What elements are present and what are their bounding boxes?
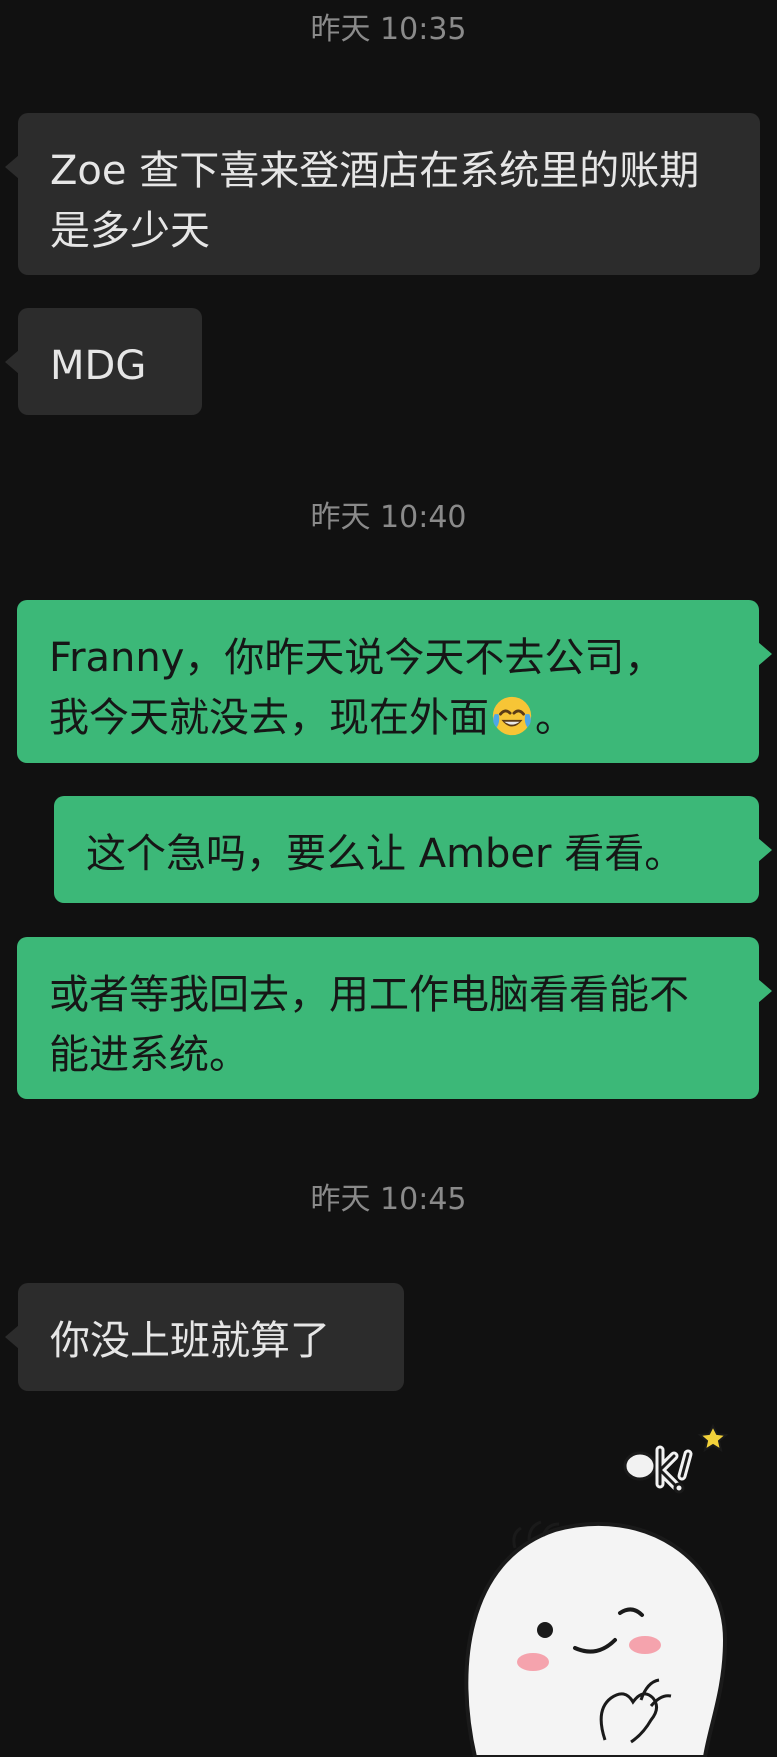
message-text: 这个急吗，要么让 Amber 看看。 (86, 831, 685, 877)
message-bubble-outgoing[interactable]: 这个急吗，要么让 Amber 看看。 (54, 796, 772, 903)
message-text: MDG (50, 343, 147, 389)
ok-sticker-icon[interactable] (455, 1420, 755, 1757)
message-text: 或者等我回去，用工作电脑看看能不能进系统。 (49, 972, 689, 1078)
message-bubble-incoming[interactable]: 你没上班就算了 (5, 1283, 404, 1391)
message-text: 你没上班就算了 (50, 1318, 330, 1364)
face-with-tears-of-joy-icon (492, 696, 532, 736)
message-bubble-incoming[interactable]: Zoe 查下喜来登酒店在系统里的账期是多少天 (5, 113, 760, 275)
timestamp: 昨天 10:35 (310, 12, 467, 47)
ok-lettering (623, 1445, 693, 1494)
star-icon (697, 1423, 729, 1453)
message-text-line: 我今天就没去，现在外面 (49, 695, 489, 741)
timestamp: 昨天 10:45 (310, 1182, 467, 1217)
message-bubble-outgoing[interactable]: Franny，你昨天说今天不去公司， 我今天就没去，现在外面 。 (17, 600, 772, 763)
message-text-line: Franny，你昨天说今天不去公司， (49, 635, 665, 681)
message-text-line: 。 (535, 695, 575, 741)
message-bubble-outgoing[interactable]: 或者等我回去，用工作电脑看看能不能进系统。 (17, 937, 772, 1099)
message-text: Zoe 查下喜来登酒店在系统里的账期是多少天 (50, 148, 700, 254)
message-bubble-incoming[interactable]: MDG (5, 308, 202, 415)
timestamp: 昨天 10:40 (310, 500, 467, 535)
sticker-body (464, 1521, 728, 1757)
